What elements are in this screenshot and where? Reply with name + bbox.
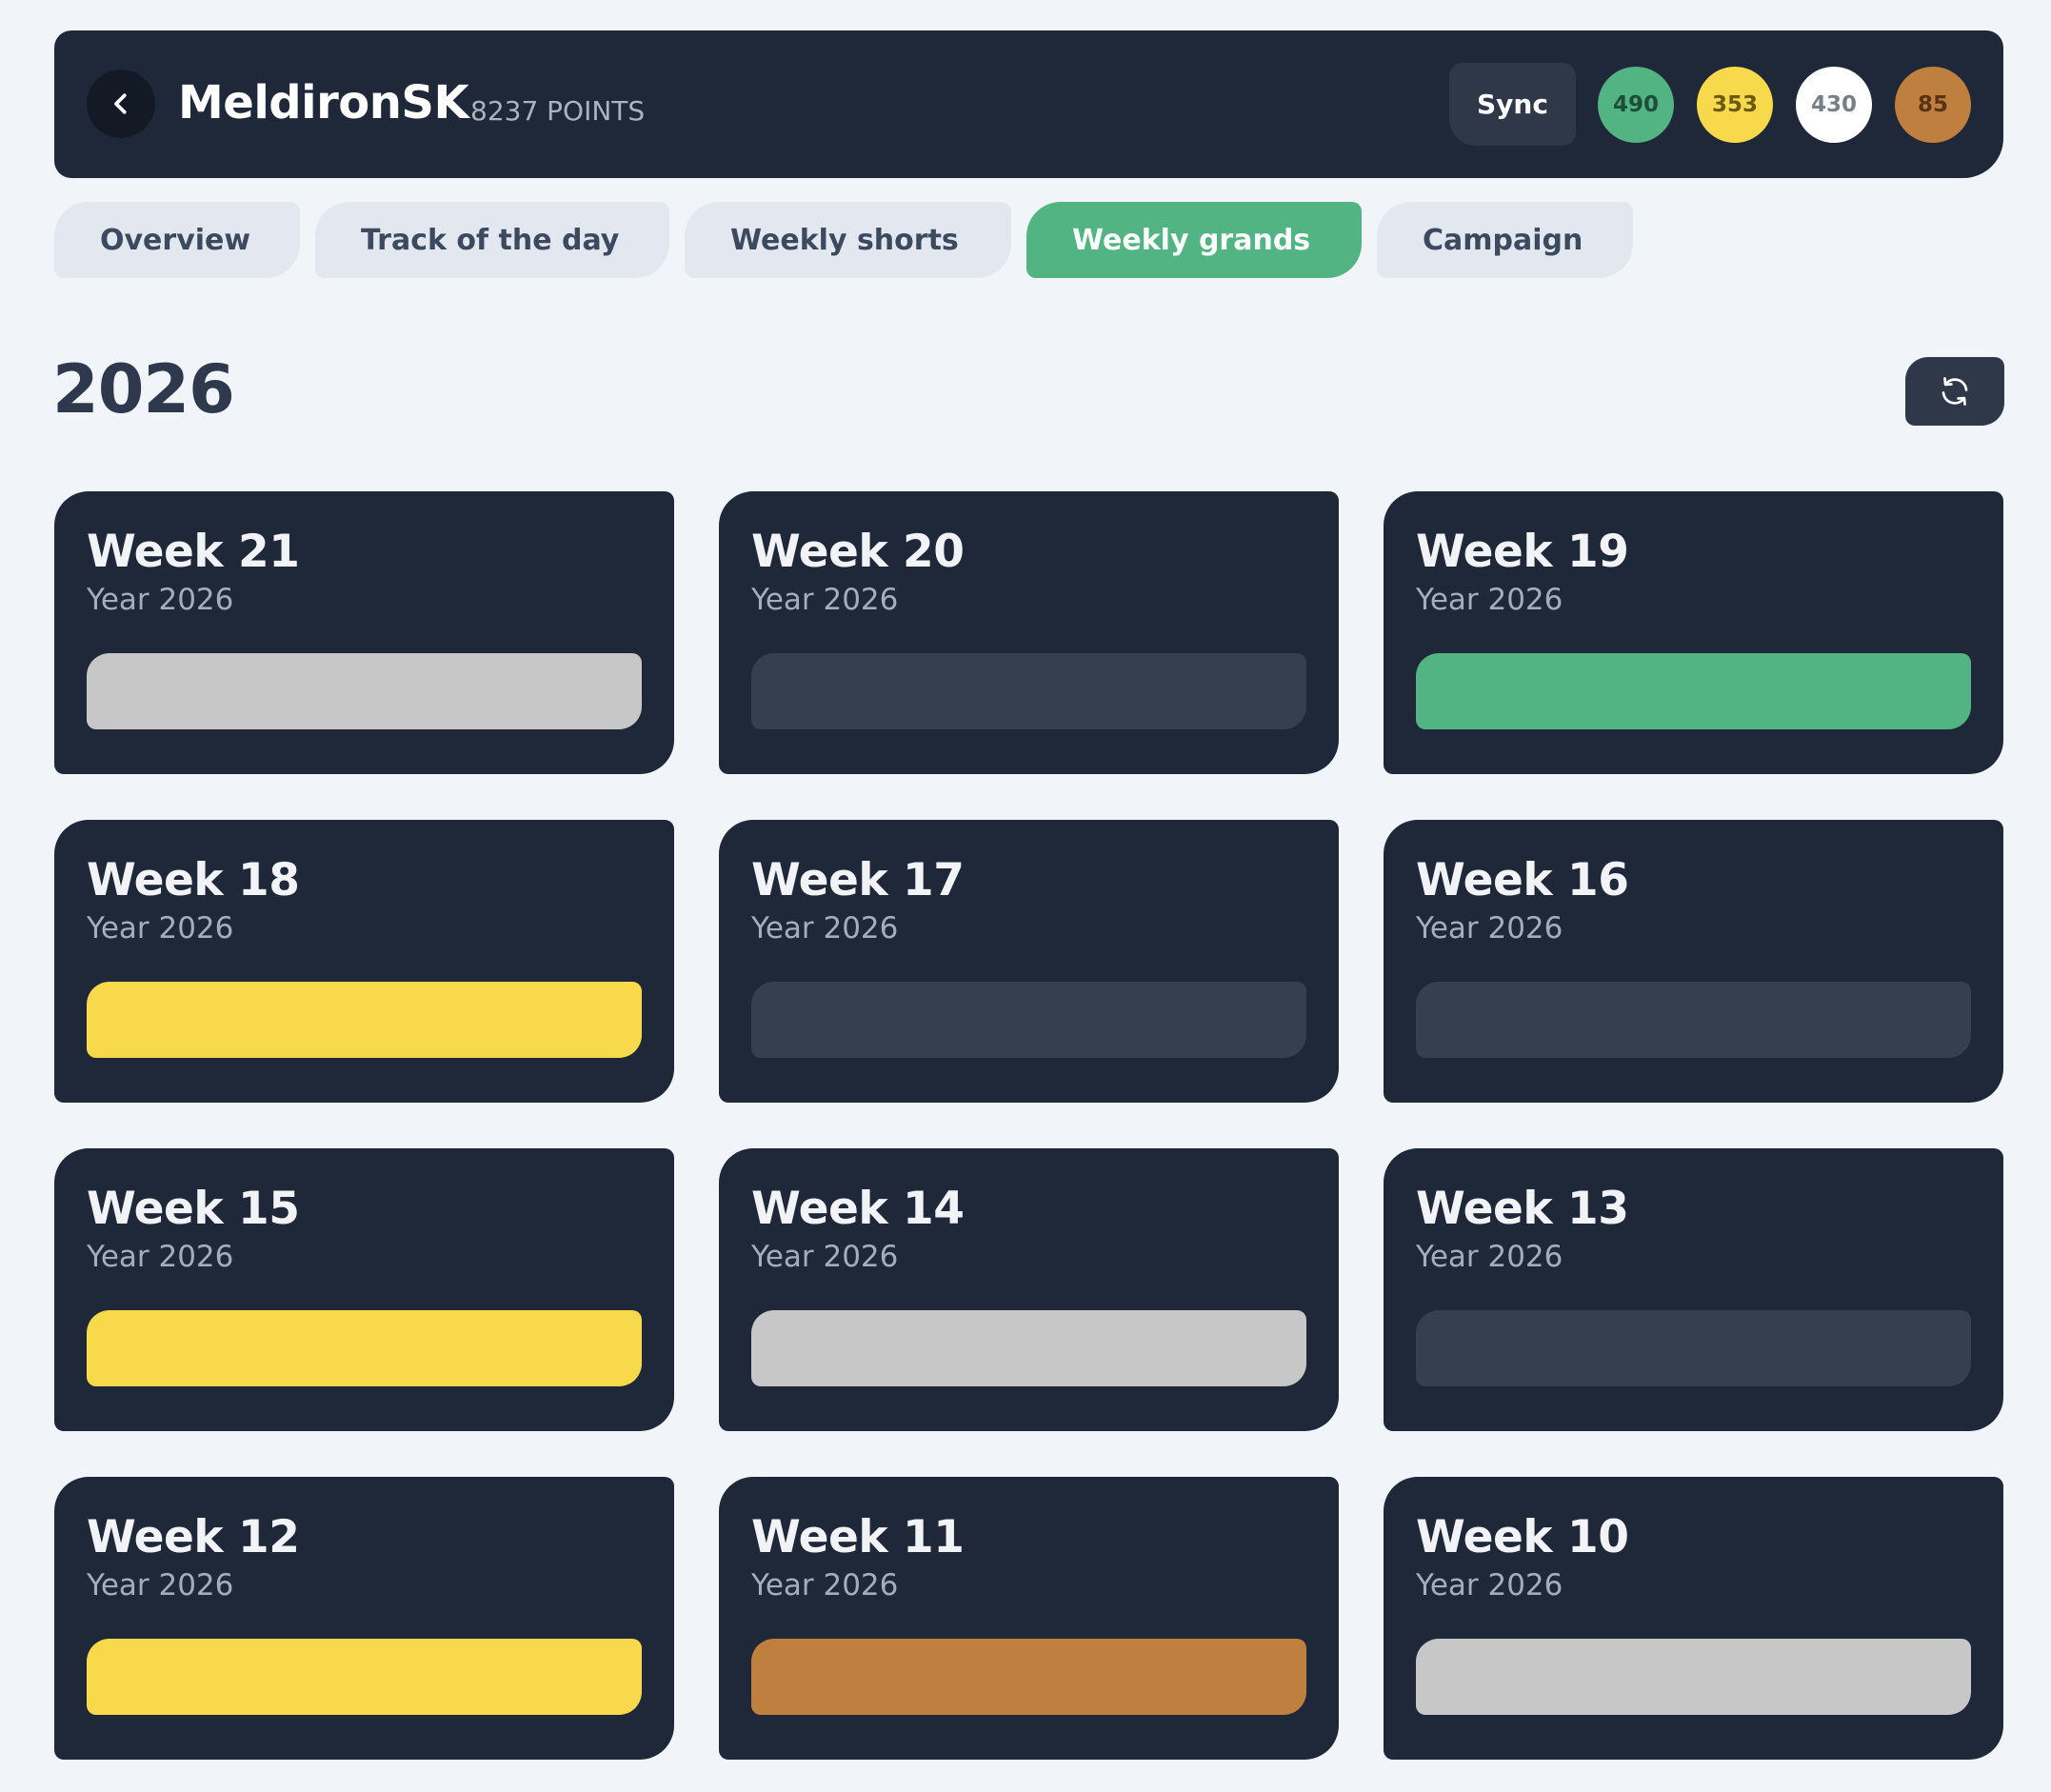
week-grid: Week 21 Year 2026 Week 20 Year 2026 Week… bbox=[54, 491, 2003, 1760]
week-title: Week 19 bbox=[1416, 526, 1629, 578]
week-title: Week 12 bbox=[87, 1511, 300, 1563]
week-card[interactable]: Week 20 Year 2026 bbox=[719, 491, 1339, 774]
week-title: Week 17 bbox=[751, 854, 965, 906]
week-card[interactable]: Week 21 Year 2026 bbox=[54, 491, 674, 774]
chevron-left-icon bbox=[114, 93, 127, 114]
medal-bar-none bbox=[1416, 1310, 1971, 1386]
week-card[interactable]: Week 15 Year 2026 bbox=[54, 1148, 674, 1431]
week-year: Year 2026 bbox=[1416, 583, 1563, 617]
tab-bar: Overview Track of the day Weekly shorts … bbox=[54, 202, 1633, 278]
refresh-icon bbox=[1941, 377, 1968, 406]
week-year: Year 2026 bbox=[87, 1568, 234, 1603]
week-year: Year 2026 bbox=[751, 1568, 899, 1603]
week-title: Week 10 bbox=[1416, 1511, 1629, 1563]
week-title: Week 11 bbox=[751, 1511, 965, 1563]
week-year: Year 2026 bbox=[1416, 1568, 1563, 1603]
medal-bar-gold bbox=[87, 982, 642, 1058]
tab-weekly-grands[interactable]: Weekly grands bbox=[1026, 202, 1362, 278]
week-year: Year 2026 bbox=[87, 583, 234, 617]
app-header: MeldironSK 8237 POINTS Sync 490 353 430 … bbox=[54, 30, 2003, 178]
medal-bar-silver bbox=[751, 1310, 1306, 1386]
week-title: Week 21 bbox=[87, 526, 300, 578]
user-name: MeldironSK bbox=[178, 76, 469, 129]
week-card[interactable]: Week 12 Year 2026 bbox=[54, 1477, 674, 1760]
week-year: Year 2026 bbox=[751, 583, 899, 617]
week-title: Week 14 bbox=[751, 1183, 965, 1235]
medal-bar-silver bbox=[87, 653, 642, 729]
green-medal-count: 490 bbox=[1598, 67, 1674, 143]
week-card[interactable]: Week 11 Year 2026 bbox=[719, 1477, 1339, 1760]
bronze-medal-count: 85 bbox=[1895, 67, 1971, 143]
week-year: Year 2026 bbox=[87, 911, 234, 946]
week-year: Year 2026 bbox=[1416, 1240, 1563, 1274]
week-card[interactable]: Week 14 Year 2026 bbox=[719, 1148, 1339, 1431]
week-title: Week 18 bbox=[87, 854, 300, 906]
week-year: Year 2026 bbox=[1416, 911, 1563, 946]
gold-medal-count: 353 bbox=[1697, 67, 1773, 143]
week-title: Week 13 bbox=[1416, 1183, 1629, 1235]
medal-bar-gold bbox=[87, 1639, 642, 1715]
back-button[interactable] bbox=[87, 70, 155, 138]
medal-bar-green bbox=[1416, 653, 1971, 729]
medal-bar-bronze bbox=[751, 1639, 1306, 1715]
medal-bar-gold bbox=[87, 1310, 642, 1386]
week-title: Week 15 bbox=[87, 1183, 300, 1235]
year-heading: 2026 bbox=[52, 350, 235, 428]
week-title: Week 20 bbox=[751, 526, 965, 578]
tab-overview[interactable]: Overview bbox=[54, 202, 300, 278]
week-year: Year 2026 bbox=[87, 1240, 234, 1274]
week-year: Year 2026 bbox=[751, 1240, 899, 1274]
week-card[interactable]: Week 17 Year 2026 bbox=[719, 820, 1339, 1103]
week-card[interactable]: Week 19 Year 2026 bbox=[1384, 491, 2003, 774]
refresh-button[interactable] bbox=[1905, 357, 2004, 426]
week-card[interactable]: Week 16 Year 2026 bbox=[1384, 820, 2003, 1103]
medal-bar-none bbox=[751, 982, 1306, 1058]
user-points: 8237 POINTS bbox=[470, 95, 646, 127]
medal-bar-none bbox=[751, 653, 1306, 729]
week-card[interactable]: Week 10 Year 2026 bbox=[1384, 1477, 2003, 1760]
medal-bar-none bbox=[1416, 982, 1971, 1058]
tab-weekly-shorts[interactable]: Weekly shorts bbox=[685, 202, 1011, 278]
medal-bar-silver bbox=[1416, 1639, 1971, 1715]
week-year: Year 2026 bbox=[751, 911, 899, 946]
silver-medal-count: 430 bbox=[1796, 67, 1872, 143]
week-card[interactable]: Week 13 Year 2026 bbox=[1384, 1148, 2003, 1431]
sync-button[interactable]: Sync bbox=[1449, 63, 1576, 146]
tab-campaign[interactable]: Campaign bbox=[1377, 202, 1633, 278]
week-card[interactable]: Week 18 Year 2026 bbox=[54, 820, 674, 1103]
tab-track-of-the-day[interactable]: Track of the day bbox=[315, 202, 669, 278]
week-title: Week 16 bbox=[1416, 854, 1629, 906]
